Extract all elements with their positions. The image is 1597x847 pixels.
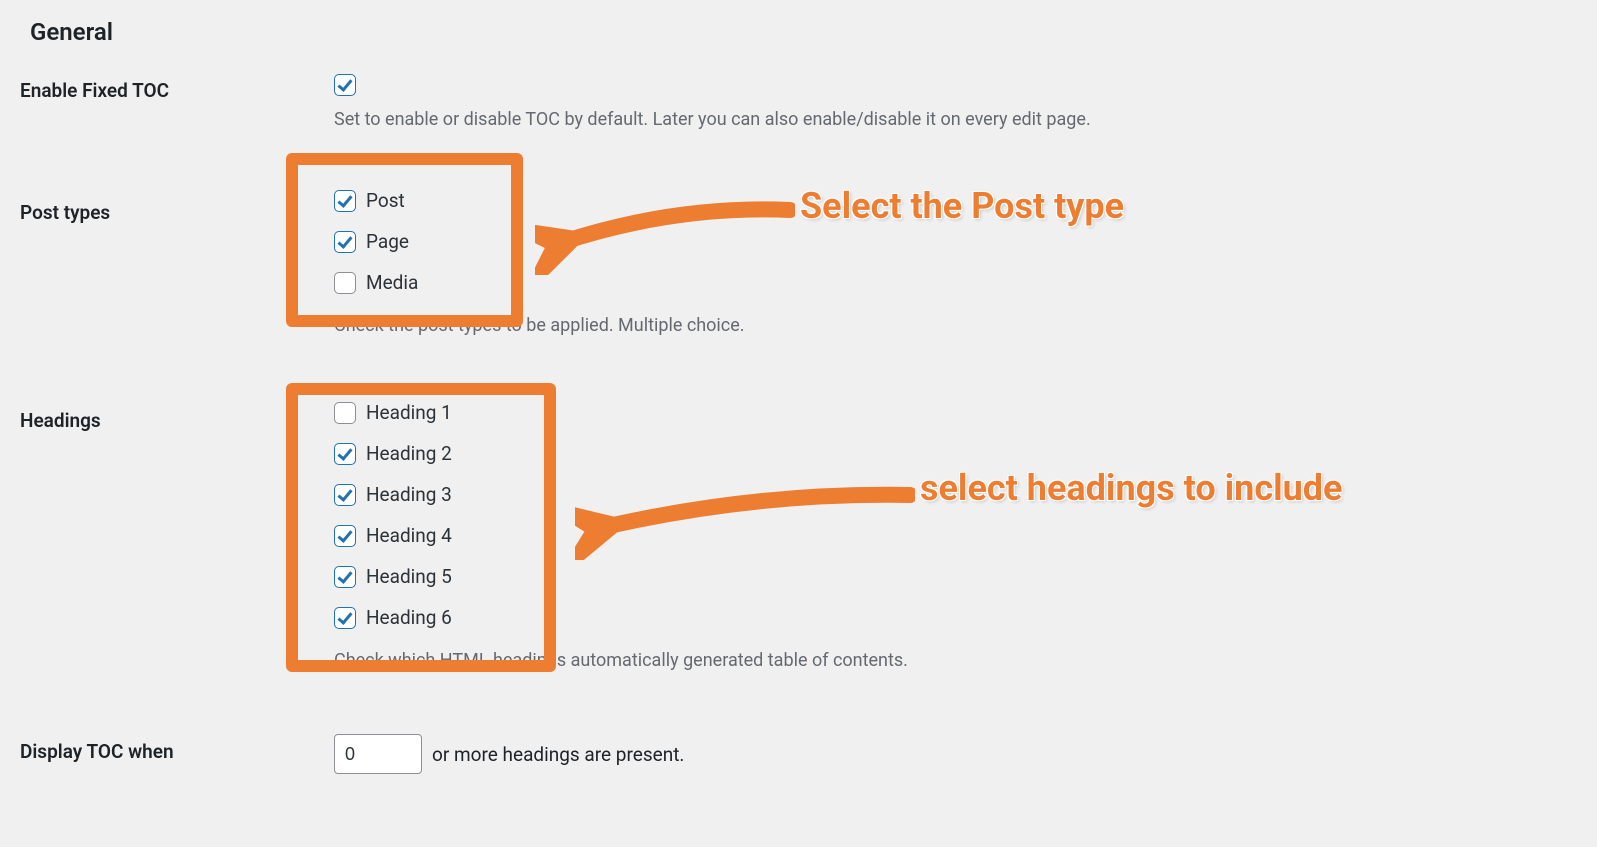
checkbox-row-h4: Heading 4 [334,524,1587,547]
checkbox-label: Post [366,189,405,212]
checkbox-label: Heading 4 [366,524,452,547]
checkbox-enable-toc[interactable] [334,74,356,96]
label-enable-toc: Enable Fixed TOC [0,54,310,153]
checkbox-label: Media [366,271,418,294]
section-title: General [0,0,1597,54]
row-display-when: Display TOC when or more headings are pr… [0,694,1597,794]
checkbox-row-h5: Heading 5 [334,565,1587,588]
settings-table: Enable Fixed TOC Set to enable or disabl… [0,54,1597,794]
checkbox-h5[interactable] [334,566,356,588]
checkbox-h4[interactable] [334,525,356,547]
row-post-types: Post types Post Page Media Check the pos… [0,153,1597,359]
annotation-headings: select headings to include [920,467,1342,509]
checkbox-row-media: Media [334,271,1587,294]
checkbox-row-h6: Heading 6 [334,606,1587,629]
annotation-post-types: Select the Post type [800,185,1124,227]
checkbox-page[interactable] [334,231,356,253]
arrow-icon [535,195,795,275]
checkbox-h6[interactable] [334,607,356,629]
checkbox-label: Heading 1 [366,401,452,424]
arrow-icon [575,480,915,560]
checkbox-post[interactable] [334,190,356,212]
label-display-when: Display TOC when [0,694,310,794]
desc-enable-toc: Set to enable or disable TOC by default.… [334,106,1587,133]
checkbox-row-page: Page [334,230,1587,253]
input-display-when[interactable] [334,734,422,774]
checkbox-label: Heading 6 [366,606,452,629]
checkbox-row-h1: Heading 1 [334,401,1587,424]
checkbox-h2[interactable] [334,443,356,465]
desc-headings: Check which HTML headings automatically … [334,647,1587,674]
label-headings: Headings [0,359,310,694]
checkbox-label: Heading 5 [366,565,452,588]
row-enable-toc: Enable Fixed TOC Set to enable or disabl… [0,54,1597,153]
checkbox-h3[interactable] [334,484,356,506]
checkbox-media[interactable] [334,272,356,294]
suffix-display-when: or more headings are present. [432,743,684,766]
checkbox-row-h2: Heading 2 [334,442,1587,465]
checkbox-h1[interactable] [334,402,356,424]
checkbox-label: Page [366,230,409,253]
label-post-types: Post types [0,153,310,359]
desc-post-types: Check the post types to be applied. Mult… [334,312,1587,339]
checkbox-label: Heading 3 [366,483,452,506]
checkbox-label: Heading 2 [366,442,452,465]
